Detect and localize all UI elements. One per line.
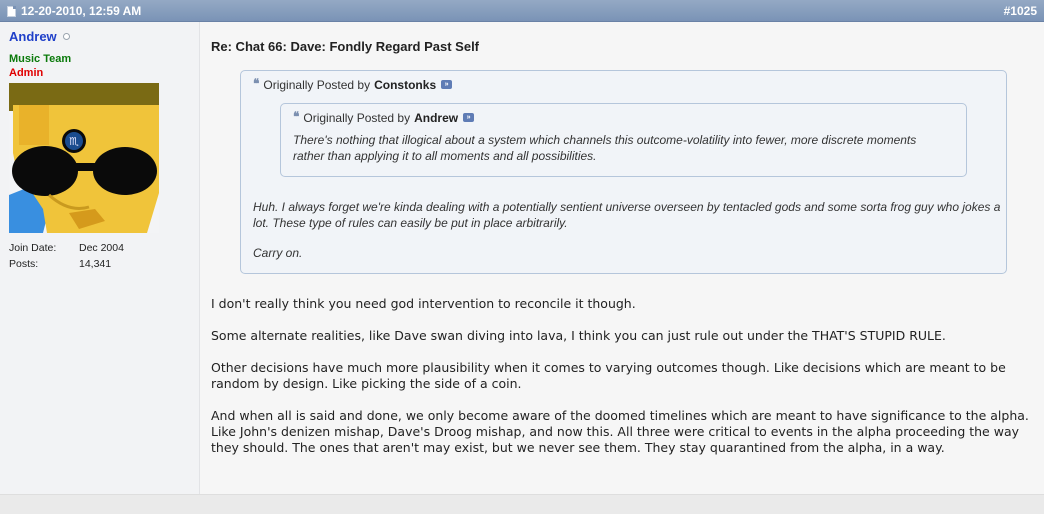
user-info-panel: Andrew Music Team Admin ♏ Join Date: Dec… xyxy=(0,22,200,494)
post-paragraph-4: And when all is said and done, we only b… xyxy=(211,408,1029,455)
posts-label: Posts: xyxy=(9,258,39,270)
join-date-label: Join Date: xyxy=(9,242,57,254)
quote-inner-header: ❛❛ Originally Posted by Andrew » xyxy=(293,110,475,125)
view-post-icon[interactable]: » xyxy=(463,113,475,122)
post-paragraph-3: Other decisions have much more plausibil… xyxy=(211,360,1006,391)
quote-outer: ❛❛ Originally Posted by Constonks » ❛❛ O… xyxy=(240,70,1007,274)
post-paragraph-2: Some alternate realities, like Dave swan… xyxy=(211,328,946,343)
quote-inner: ❛❛ Originally Posted by Andrew » There's… xyxy=(280,103,967,177)
quote-outer-text: Huh. I always forget we're kinda dealing… xyxy=(253,200,1001,230)
quote-inner-text: There's nothing that illogical about a s… xyxy=(293,133,917,163)
svg-text:♏: ♏ xyxy=(69,135,79,148)
quote-inner-prefix: Originally Posted by xyxy=(303,110,411,125)
post-paragraph-1: I don't really think you need god interv… xyxy=(211,296,636,311)
forum-post: 12-20-2010, 12:59 AM #1025 Andrew Music … xyxy=(0,0,1044,514)
user-title-admin: Admin xyxy=(9,67,44,79)
avatar[interactable]: ♏ xyxy=(9,83,159,233)
join-date-row: Join Date: Dec 2004 xyxy=(9,240,124,256)
quote-icon: ❛❛ xyxy=(293,110,300,125)
quote-outer-author: Constonks xyxy=(374,77,437,92)
post-content: Re: Chat 66: Dave: Fondly Regard Past Se… xyxy=(200,22,1044,494)
post-footer-strip xyxy=(0,494,1044,514)
quote-outer-header: ❛❛ Originally Posted by Constonks » xyxy=(253,77,453,92)
quote-icon: ❛❛ xyxy=(253,77,260,92)
post-header: 12-20-2010, 12:59 AM #1025 xyxy=(0,0,1044,22)
post-date: 12-20-2010, 12:59 AM xyxy=(21,4,142,18)
view-post-icon[interactable]: » xyxy=(441,80,453,89)
quote-outer-text-2: Carry on. xyxy=(253,246,303,260)
user-title-music-team: Music Team xyxy=(9,53,72,65)
posts-value: 14,341 xyxy=(79,258,112,270)
quote-inner-author: Andrew xyxy=(414,110,459,125)
post-title: Re: Chat 66: Dave: Fondly Regard Past Se… xyxy=(211,39,480,54)
post-date-wrap: 12-20-2010, 12:59 AM xyxy=(7,4,141,18)
offline-status-icon xyxy=(63,33,70,40)
username-link[interactable]: Andrew xyxy=(9,29,57,44)
user-stats: Join Date: Dec 2004 Posts: 14,341 xyxy=(9,240,124,272)
document-icon xyxy=(7,5,16,17)
post-number-link[interactable]: #1025 xyxy=(1004,4,1037,18)
join-date-value: Dec 2004 xyxy=(79,242,124,254)
quote-outer-prefix: Originally Posted by xyxy=(263,77,371,92)
posts-row: Posts: 14,341 xyxy=(9,256,124,272)
